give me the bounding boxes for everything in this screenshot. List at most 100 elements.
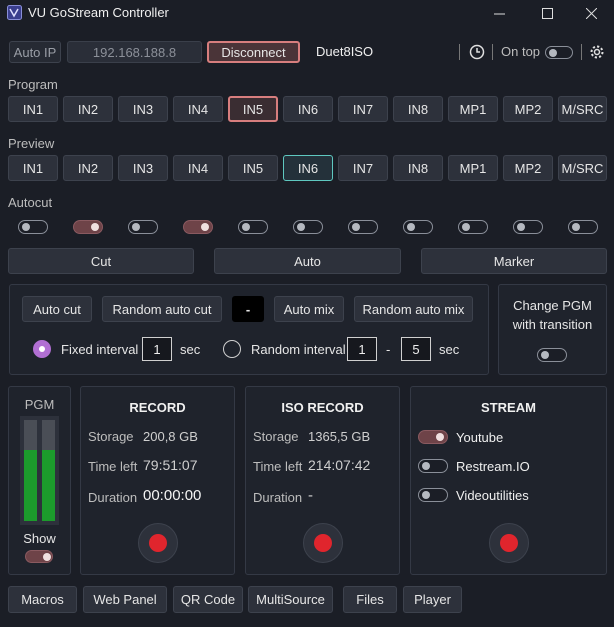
record-title: RECORD [129,400,186,415]
fixed-interval-input[interactable]: 1 [142,337,172,361]
stream-button[interactable] [489,523,529,563]
iso-record-title: ISO RECORD [281,400,364,415]
autocut-toggle-6[interactable] [293,220,323,234]
preview-m-src-button[interactable]: M/SRC [558,155,607,181]
program-in5-button[interactable]: IN5 [228,96,278,122]
fixed-interval-radio[interactable] [33,340,51,358]
duration-label: Duration [88,490,138,505]
minimize-button[interactable] [476,0,522,26]
auto-cut-button[interactable]: Auto cut [22,296,92,322]
title-bar: VU GoStream Controller [0,0,614,26]
program-in3-button[interactable]: IN3 [118,96,168,122]
autocut-toggle-11[interactable] [568,220,598,234]
program-m-src-button[interactable]: M/SRC [558,96,607,122]
random-auto-cut-button[interactable]: Random auto cut [102,296,222,322]
time-left-label: Time left [253,459,303,474]
autocut-toggle-3[interactable] [128,220,158,234]
random-auto-mix-button[interactable]: Random auto mix [354,296,473,322]
divider [492,44,493,60]
random-min-input[interactable]: 1 [347,337,377,361]
time-left-value: 214:07:42 [308,457,371,473]
program-in2-button[interactable]: IN2 [63,96,113,122]
on-top-label: On top [501,44,541,59]
stream-title: STREAM [481,400,536,415]
autocut-label: Autocut [8,195,53,210]
player-button[interactable]: Player [403,586,462,613]
preview-in7-button[interactable]: IN7 [338,155,388,181]
stream-label: Restream.IO [456,459,530,474]
cut-button[interactable]: Cut [8,248,194,274]
auto-mix-button[interactable]: Auto mix [274,296,344,322]
autocut-toggle-8[interactable] [403,220,433,234]
stream-toggle-youtube[interactable] [418,430,448,444]
preview-in8-button[interactable]: IN8 [393,155,443,181]
iso-record-button[interactable] [303,523,343,563]
clock-icon[interactable] [469,44,485,60]
meter-left [24,420,37,521]
autocut-toggle-4[interactable] [183,220,213,234]
macros-button[interactable]: Macros [8,586,77,613]
stream-toggle-videoutilities[interactable] [418,488,448,502]
autocut-toggle-10[interactable] [513,220,543,234]
random-interval-label: Random interval [251,342,346,357]
disconnect-button[interactable]: Disconnect [207,41,300,63]
ip-address-field[interactable]: 192.168.188.8 [67,41,202,63]
gear-icon[interactable] [589,44,605,60]
preview-in1-button[interactable]: IN1 [8,155,58,181]
storage-label: Storage [88,429,134,444]
program-in1-button[interactable]: IN1 [8,96,58,122]
record-button[interactable] [138,523,178,563]
fixed-interval-label: Fixed interval [61,342,139,357]
preview-in2-button[interactable]: IN2 [63,155,113,181]
autocut-toggle-5[interactable] [238,220,268,234]
show-meter-toggle[interactable] [25,550,53,563]
device-name: Duet8ISO [316,44,374,59]
autocut-toggle-9[interactable] [458,220,488,234]
preview-in6-button[interactable]: IN6 [283,155,333,181]
random-interval-radio[interactable] [223,340,241,358]
time-left-value: 79:51:07 [143,457,198,473]
program-mp2-button[interactable]: MP2 [503,96,553,122]
program-mp1-button[interactable]: MP1 [448,96,498,122]
maximize-button[interactable] [524,0,570,26]
preview-in4-button[interactable]: IN4 [173,155,223,181]
autocut-toggle-7[interactable] [348,220,378,234]
on-top-toggle[interactable] [545,46,573,59]
duration-value: 00:00:00 [143,487,202,504]
preview-mp1-button[interactable]: MP1 [448,155,498,181]
preview-label: Preview [8,136,55,151]
storage-value: 200,8 GB [143,429,198,444]
program-in7-button[interactable]: IN7 [338,96,388,122]
random-max-input[interactable]: 5 [401,337,431,361]
meter-left-level [24,450,37,521]
program-in4-button[interactable]: IN4 [173,96,223,122]
stream-toggle-restream-io[interactable] [418,459,448,473]
maximize-icon [541,7,553,19]
show-label: Show [23,531,56,546]
preview-in5-button[interactable]: IN5 [228,155,278,181]
close-button[interactable] [568,0,614,26]
program-in8-button[interactable]: IN8 [393,96,443,122]
minimize-icon [493,13,505,14]
autocut-toggle-1[interactable] [18,220,48,234]
with-transition-label: with transition [512,317,593,332]
change-pgm-label: Change PGM [513,298,592,313]
program-in6-button[interactable]: IN6 [283,96,333,122]
files-button[interactable]: Files [343,586,397,613]
autocut-toggle-2[interactable] [73,220,103,234]
qr-code-button[interactable]: QR Code [173,586,243,613]
program-label: Program [8,77,58,92]
stream-label: Videoutilities [456,488,529,503]
window-title: VU GoStream Controller [28,5,169,20]
multisource-button[interactable]: MultiSource [248,586,333,613]
auto-ip-button[interactable]: Auto IP [9,41,61,63]
storage-value: 1365,5 GB [308,429,371,444]
duration-value: - [308,487,313,504]
marker-button[interactable]: Marker [421,248,607,274]
preview-mp2-button[interactable]: MP2 [503,155,553,181]
change-pgm-toggle[interactable] [537,348,567,362]
preview-in3-button[interactable]: IN3 [118,155,168,181]
audio-meter [20,416,59,525]
auto-button[interactable]: Auto [214,248,401,274]
web-panel-button[interactable]: Web Panel [83,586,167,613]
